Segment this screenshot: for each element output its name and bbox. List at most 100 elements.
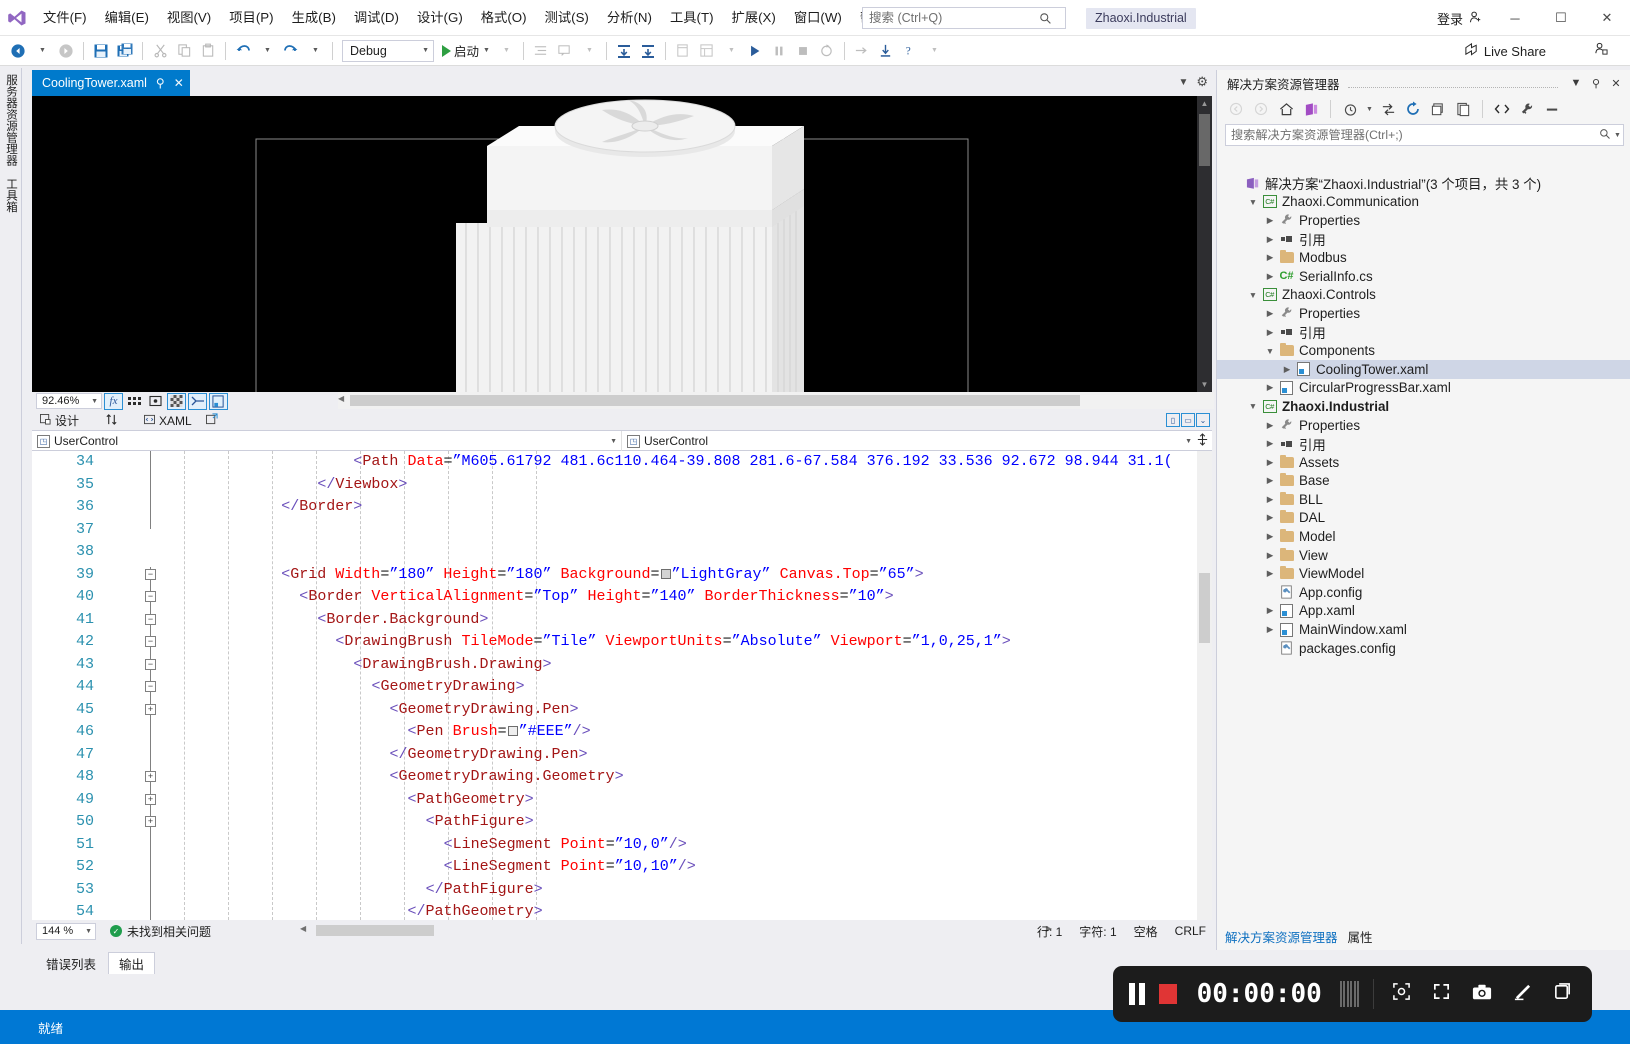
color-swatch[interactable]: [507, 726, 518, 736]
se-forward-icon[interactable]: [1250, 99, 1272, 120]
comment-icon[interactable]: [553, 39, 577, 63]
menu-debug[interactable]: 调试(D): [345, 5, 408, 31]
editor-vertical-scrollbar[interactable]: [1197, 451, 1212, 920]
settings-gear-icon[interactable]: ⚙: [1196, 74, 1208, 90]
window-layout-icon[interactable]: [695, 39, 719, 63]
menu-file[interactable]: 文件(F): [34, 5, 96, 31]
line-ending-indicator[interactable]: CRLF: [1175, 924, 1206, 938]
expand-icon[interactable]: +: [145, 771, 156, 782]
scrollbar-thumb[interactable]: [1199, 573, 1210, 643]
collapsed-arrow-icon[interactable]: ▶: [1263, 215, 1277, 226]
code-line[interactable]: 43 − <DrawingBrush.Drawing>: [32, 654, 1212, 677]
xaml-view-button[interactable]: XAML: [136, 411, 200, 430]
tab-error-list[interactable]: 错误列表: [36, 952, 106, 974]
expanded-arrow-icon[interactable]: ▼: [1263, 346, 1277, 356]
save-icon[interactable]: [89, 39, 113, 63]
stop-record-icon[interactable]: [1159, 984, 1177, 1004]
tab-properties[interactable]: 属性: [1348, 927, 1383, 946]
designer-zoom-dropdown[interactable]: 92.46% ▼: [36, 393, 102, 409]
menu-edit[interactable]: 编辑(E): [96, 5, 158, 31]
collapsed-arrow-icon[interactable]: ▶: [1263, 438, 1277, 449]
xaml-code-editor[interactable]: 34 <Path Data=”M605.61792 481.6c110.464-3…: [32, 451, 1212, 920]
designer-horizontal-scrollbar[interactable]: ◀: [338, 392, 1214, 409]
expanded-arrow-icon[interactable]: ▼: [1246, 197, 1260, 207]
menu-format[interactable]: 格式(O): [472, 5, 536, 31]
search-input[interactable]: [863, 8, 1033, 28]
tree-item[interactable]: ▶ Assets: [1217, 453, 1630, 472]
tree-item[interactable]: ▶ App.xaml: [1217, 602, 1630, 621]
tree-item[interactable]: ▶ CircularProgressBar.xaml: [1217, 379, 1630, 398]
minimize-button[interactable]: ─: [1492, 0, 1538, 36]
code-line[interactable]: 46 <Pen Brush= ”#EEE”/>: [32, 721, 1212, 744]
close-icon[interactable]: ✕: [174, 76, 184, 90]
pause-icon[interactable]: [767, 39, 791, 63]
restart-icon[interactable]: [815, 39, 839, 63]
tree-item[interactable]: packages.config: [1217, 639, 1630, 658]
code-line[interactable]: 35 </Viewbox>: [32, 474, 1212, 497]
expand-icon[interactable]: +: [145, 793, 156, 805]
vertical-split-icon[interactable]: ▯: [1166, 413, 1180, 427]
paste-icon[interactable]: [196, 39, 220, 63]
collapsed-arrow-icon[interactable]: ▶: [1263, 512, 1277, 523]
tree-item[interactable]: ▶ C# SerialInfo.cs: [1217, 267, 1630, 286]
continue-icon[interactable]: [743, 39, 767, 63]
scroll-left-icon[interactable]: ◀: [300, 924, 306, 933]
collapsed-arrow-icon[interactable]: ▶: [1263, 308, 1277, 319]
scroll-up-icon[interactable]: ▲: [1197, 96, 1212, 111]
code-line[interactable]: 52 <LineSegment Point=”10,10”/>: [32, 856, 1212, 879]
menu-test[interactable]: 测试(S): [536, 5, 598, 31]
code-line[interactable]: 36 </Border>: [32, 496, 1212, 519]
popout-designer-button[interactable]: [200, 411, 224, 430]
code-line[interactable]: 37: [32, 519, 1212, 542]
tree-item[interactable]: ▶ 引用: [1217, 323, 1630, 342]
undo-icon[interactable]: [231, 39, 255, 63]
member-dropdown[interactable]: ◳ UserControl ▼: [622, 431, 1196, 451]
editor-horizontal-scrollbar[interactable]: ◀ ▶: [282, 923, 1052, 938]
tree-item[interactable]: ▶ Properties: [1217, 416, 1630, 435]
se-show-all-files-icon[interactable]: [1452, 99, 1474, 120]
expanded-arrow-icon[interactable]: ▼: [1246, 401, 1260, 411]
menu-design[interactable]: 设计(G): [408, 5, 472, 31]
maximize-button[interactable]: ☐: [1538, 0, 1584, 36]
code-line[interactable]: 44 − <GeometryDrawing>: [32, 676, 1212, 699]
stop-icon[interactable]: [791, 39, 815, 63]
solution-search-input[interactable]: [1226, 125, 1597, 145]
scroll-down-icon[interactable]: ▼: [1197, 377, 1212, 392]
designer-refresh-icon[interactable]: [209, 392, 228, 410]
navigate-backward-dropdown-icon[interactable]: ▼: [30, 39, 54, 63]
expand-icon[interactable]: +: [145, 816, 156, 827]
tab-toolbox[interactable]: 工具箱: [0, 172, 22, 219]
tree-item[interactable]: ▼ C# Zhaoxi.Controls: [1217, 286, 1630, 305]
collapse-icon[interactable]: −: [145, 636, 156, 647]
tree-item[interactable]: ▶ CoolingTower.xaml: [1217, 359, 1630, 379]
capture-region-icon[interactable]: [1388, 982, 1414, 1006]
se-preview-selected-icon[interactable]: [1541, 99, 1563, 120]
tree-item[interactable]: ▶ ViewModel: [1217, 564, 1630, 583]
snap-to-gridlines-icon[interactable]: [146, 393, 165, 410]
tree-item[interactable]: ▶ Properties: [1217, 304, 1630, 323]
code-line[interactable]: 39 − <Grid Width=”180” Height=”180” Backgr…: [32, 564, 1212, 587]
scrollbar-thumb[interactable]: [350, 395, 1080, 406]
code-line[interactable]: 47 </GeometryDrawing.Pen>: [32, 744, 1212, 767]
transparency-grid-icon[interactable]: [167, 392, 186, 410]
pause-icon[interactable]: [1129, 983, 1145, 1005]
code-line[interactable]: 49 + <PathGeometry>: [32, 789, 1212, 812]
tree-item[interactable]: ▶ Model: [1217, 527, 1630, 546]
step-out-icon[interactable]: [850, 39, 874, 63]
collapsed-arrow-icon[interactable]: ▶: [1263, 550, 1277, 561]
sign-in-button[interactable]: 登录: [1427, 9, 1492, 28]
code-line[interactable]: 50 + <PathFigure>: [32, 811, 1212, 834]
split-editor-icon[interactable]: [1196, 433, 1209, 449]
menu-view[interactable]: 视图(V): [158, 5, 220, 31]
color-swatch[interactable]: [660, 568, 671, 579]
collapsed-arrow-icon[interactable]: ▶: [1263, 327, 1277, 338]
more-toolbar-options-icon[interactable]: ▼: [922, 39, 946, 63]
collapsed-arrow-icon[interactable]: ▶: [1263, 531, 1277, 542]
start-options-icon[interactable]: ▼: [494, 39, 518, 63]
solution-tree[interactable]: 解决方案“Zhaoxi.Industrial”(3 个项目，共 3 个) ▼ C# Z…: [1217, 174, 1630, 920]
tree-item[interactable]: ▶ Modbus: [1217, 248, 1630, 267]
pin-icon[interactable]: ⚲: [1586, 77, 1606, 90]
redo-icon[interactable]: [279, 39, 303, 63]
copy-icon[interactable]: [172, 39, 196, 63]
tab-output[interactable]: 输出: [108, 952, 156, 974]
